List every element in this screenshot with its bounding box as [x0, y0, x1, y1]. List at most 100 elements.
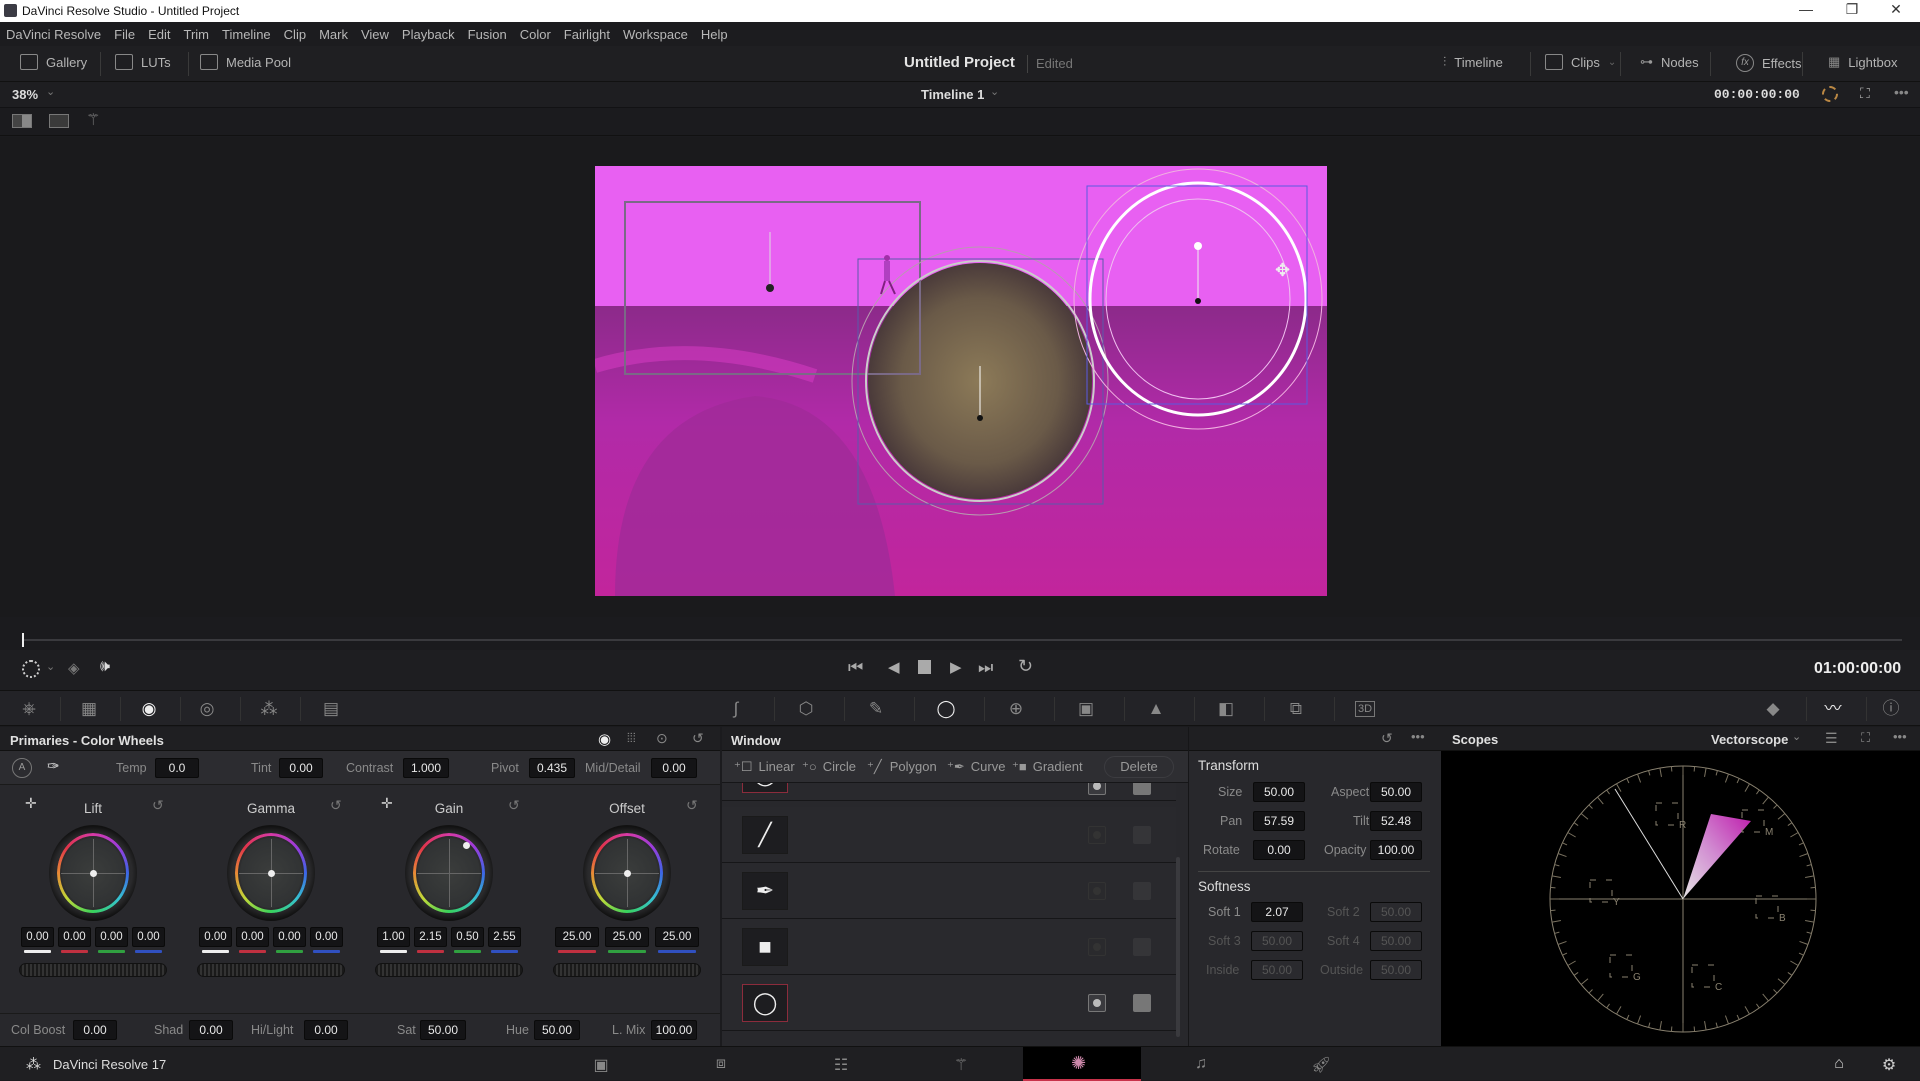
chevron-down-icon[interactable]: ⌄: [990, 85, 999, 98]
menu-davinci-resolve[interactable]: DaVinci Resolve: [6, 27, 101, 42]
window-icon[interactable]: ◯: [935, 699, 957, 719]
more-options-icon[interactable]: •••: [1893, 729, 1907, 744]
window-invert-toggle[interactable]: [1133, 994, 1151, 1012]
mid-detail-field[interactable]: 0.00: [651, 758, 697, 778]
wheel-value-field[interactable]: 0.00: [236, 927, 269, 947]
stop-icon[interactable]: [918, 660, 931, 674]
sizing-icon[interactable]: ⧉: [1285, 699, 1307, 719]
close-button[interactable]: ✕: [1876, 1, 1916, 18]
chevron-down-icon[interactable]: ⌄: [46, 85, 55, 98]
window-list-item[interactable]: ■: [722, 919, 1176, 975]
blur-icon[interactable]: ▲: [1145, 699, 1167, 719]
menu-clip[interactable]: Clip: [284, 27, 306, 42]
window-list-item[interactable]: ╱: [722, 807, 1176, 863]
window-enable-toggle[interactable]: [1088, 783, 1106, 795]
magic-mask-icon[interactable]: ▣: [1075, 699, 1097, 719]
nodes-button[interactable]: ⊶Nodes: [1640, 54, 1699, 70]
menu-trim[interactable]: Trim: [184, 27, 210, 42]
window-enable-toggle[interactable]: [1088, 826, 1106, 844]
reset-icon[interactable]: ↺: [686, 797, 698, 814]
log-mode-icon[interactable]: ⊙: [656, 730, 668, 747]
wheel-value-field[interactable]: 0.00: [199, 927, 232, 947]
window-list-item[interactable]: ◯: [722, 783, 1176, 801]
scope-mode-select[interactable]: Vectorscope: [1711, 732, 1788, 747]
menu-mark[interactable]: Mark: [319, 27, 348, 42]
go-to-start-icon[interactable]: ⏮: [848, 658, 863, 678]
color-wheel[interactable]: [49, 825, 137, 921]
page-color-tab[interactable]: ✺: [1023, 1047, 1141, 1081]
menu-playback[interactable]: Playback: [402, 27, 455, 42]
aspect-field[interactable]: 50.00: [1370, 782, 1422, 802]
color-wheels-icon[interactable]: ◉: [138, 699, 160, 719]
luts-button[interactable]: LUTs: [115, 54, 171, 70]
wheel-value-field[interactable]: 0.50: [451, 927, 484, 947]
menu-file[interactable]: File: [114, 27, 135, 42]
l-mix-field[interactable]: 100.00: [651, 1020, 697, 1040]
scrollbar[interactable]: [1176, 857, 1180, 1037]
more-options-icon[interactable]: •••: [1894, 84, 1909, 100]
expand-icon[interactable]: ⛶: [1861, 730, 1870, 746]
unmix-icon[interactable]: [1822, 86, 1838, 102]
window-enable-toggle[interactable]: [1088, 994, 1106, 1012]
play-reverse-icon[interactable]: ◀: [888, 658, 900, 676]
tool-polygon[interactable]: ⁺╱Polygon: [867, 759, 937, 775]
menu-edit[interactable]: Edit: [148, 27, 170, 42]
menu-workspace[interactable]: Workspace: [623, 27, 688, 42]
soft4-field[interactable]: 50.00: [1370, 931, 1422, 951]
page-edit-icon[interactable]: ☷: [828, 1055, 854, 1075]
timeline-selector[interactable]: Timeline 1: [921, 87, 984, 102]
rotate-field[interactable]: 0.00: [1253, 840, 1305, 860]
camera-raw-icon[interactable]: ⎈: [18, 699, 40, 719]
delete-button[interactable]: Delete: [1104, 756, 1174, 778]
layers-icon[interactable]: ◈: [68, 659, 80, 677]
info-icon[interactable]: ⓘ: [1880, 699, 1902, 719]
wheel-value-field[interactable]: 25.00: [555, 927, 599, 947]
col-boost-field[interactable]: 0.00: [73, 1020, 117, 1040]
bars-mode-icon[interactable]: ⦙⦙⦙: [627, 730, 636, 746]
page-media-icon[interactable]: ▣: [588, 1055, 614, 1075]
reset-icon[interactable]: ↺: [508, 797, 520, 814]
timeline-button[interactable]: ⫶Timeline: [1443, 54, 1503, 70]
reset-icon[interactable]: ↺: [152, 797, 164, 814]
tracker-icon[interactable]: ⊕: [1005, 699, 1027, 719]
gallery-button[interactable]: Gallery: [20, 54, 87, 70]
loop-icon[interactable]: ↻: [1018, 656, 1033, 677]
master-wheel-jog[interactable]: [197, 963, 345, 977]
playhead[interactable]: [22, 633, 24, 647]
wheel-value-field[interactable]: 0.00: [310, 927, 343, 947]
home-icon[interactable]: ⌂: [1826, 1055, 1852, 1075]
video-frame[interactable]: ✥: [595, 166, 1327, 596]
wheel-value-field[interactable]: 0.00: [21, 927, 54, 947]
wheel-value-field[interactable]: 2.55: [488, 927, 521, 947]
window-invert-toggle[interactable]: [1133, 826, 1151, 844]
opacity-field[interactable]: 100.00: [1370, 840, 1422, 860]
master-wheel-jog[interactable]: [375, 963, 523, 977]
temp-field[interactable]: 0.0: [155, 758, 199, 778]
tool-linear[interactable]: ⁺☐Linear: [734, 759, 795, 775]
go-to-end-icon[interactable]: ⏭: [978, 658, 993, 678]
curves-icon[interactable]: ∫: [725, 699, 747, 719]
keyframes-icon[interactable]: ◆: [1762, 699, 1784, 719]
more-options-icon[interactable]: •••: [1411, 729, 1425, 744]
window-invert-toggle[interactable]: [1133, 783, 1151, 795]
settings-icon[interactable]: ⚙: [1876, 1055, 1902, 1075]
tilt-field[interactable]: 52.48: [1370, 811, 1422, 831]
grid-view-icon[interactable]: [49, 114, 69, 128]
picker-icon[interactable]: ✑: [47, 757, 60, 775]
lightbox-button[interactable]: ▦Lightbox: [1828, 54, 1897, 70]
chevron-down-icon[interactable]: ⌄: [1792, 730, 1801, 743]
clips-button[interactable]: Clips⌄: [1545, 54, 1616, 70]
menu-timeline[interactable]: Timeline: [222, 27, 271, 42]
soft3-field[interactable]: 50.00: [1251, 931, 1303, 951]
contrast-field[interactable]: 1.000: [403, 758, 449, 778]
scopes-icon[interactable]: 〰: [1822, 699, 1844, 719]
reset-icon[interactable]: ↺: [692, 730, 704, 747]
pivot-field[interactable]: 0.435: [529, 758, 575, 778]
3d-icon[interactable]: 3D: [1355, 701, 1375, 717]
menu-fusion[interactable]: Fusion: [468, 27, 507, 42]
qualifier-icon[interactable]: ✎: [865, 699, 887, 719]
wheels-mode-icon[interactable]: ◉: [598, 730, 611, 748]
color-match-icon[interactable]: ▦: [78, 699, 100, 719]
inside-field[interactable]: 50.00: [1251, 960, 1303, 980]
size-field[interactable]: 50.00: [1253, 782, 1305, 802]
